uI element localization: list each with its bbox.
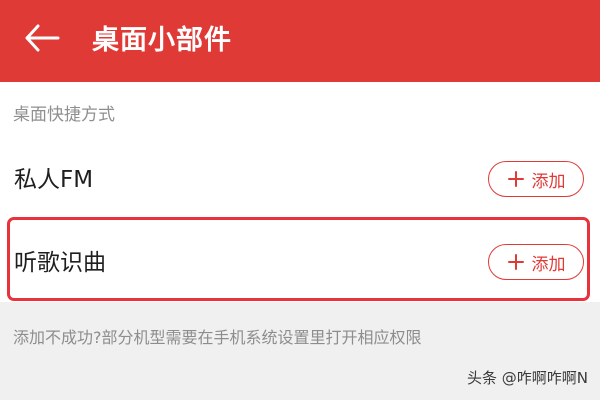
plus-icon: [507, 170, 525, 188]
plus-icon: [507, 253, 525, 271]
item-label: 听歌识曲: [14, 250, 106, 276]
add-private-fm-button[interactable]: 添加: [488, 161, 584, 197]
arrow-left-icon: [24, 24, 60, 56]
section-header: 桌面快捷方式: [13, 105, 115, 125]
item-label: 私人FM: [14, 167, 94, 193]
add-song-recognition-button[interactable]: 添加: [488, 244, 584, 280]
watermark: 头条 @咋啊咋啊N: [467, 369, 588, 387]
add-button-label: 添加: [531, 254, 566, 275]
app-bar: 桌面小部件: [0, 0, 600, 82]
back-button[interactable]: [22, 22, 62, 58]
footer-note: 添加不成功?部分机型需要在手机系统设置里打开相应权限: [13, 328, 422, 347]
page-title: 桌面小部件: [92, 25, 232, 56]
list-item-private-fm: 私人FM 添加: [0, 140, 600, 220]
add-button-label: 添加: [531, 171, 566, 192]
list-item-song-recognition: 听歌识曲 添加: [0, 223, 600, 303]
